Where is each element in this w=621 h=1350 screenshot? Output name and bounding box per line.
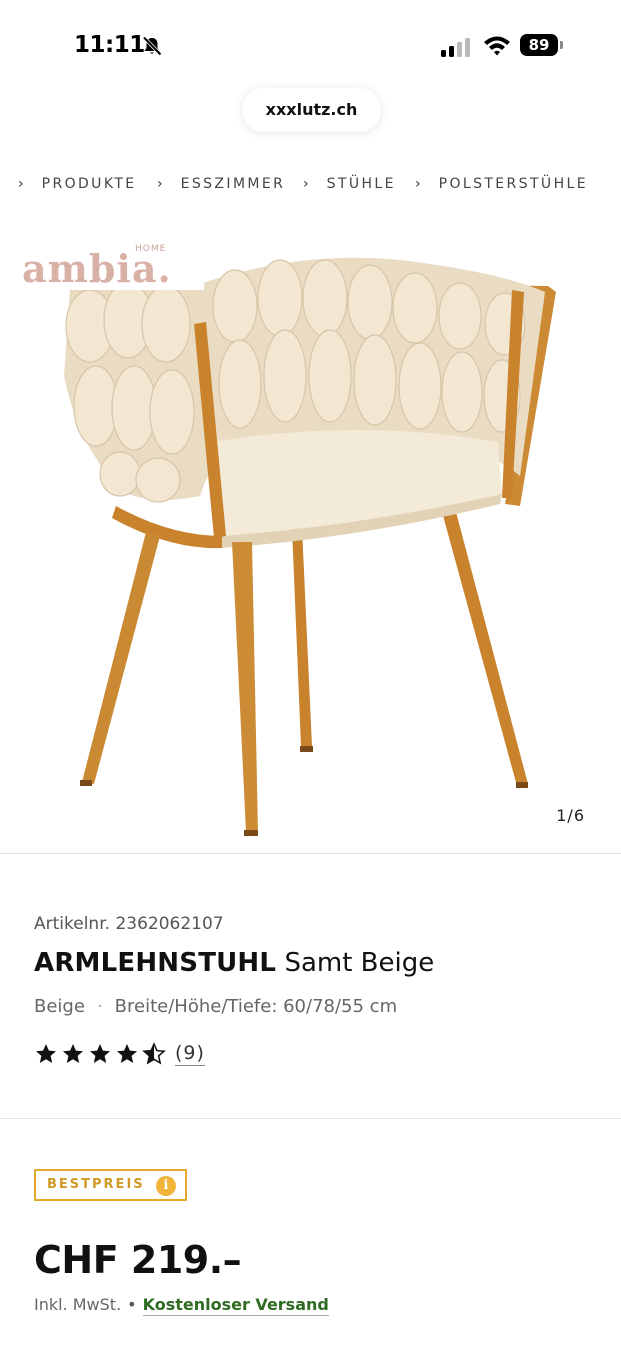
star-full-icon <box>63 1044 83 1063</box>
breadcrumb-item-polsterstuehle[interactable]: › POLSTERSTÜHLE <box>415 176 588 192</box>
breadcrumb-label: ESSZIMMER <box>180 176 286 192</box>
product-color: Beige <box>34 996 85 1017</box>
review-count-link[interactable]: (9) <box>175 1042 205 1066</box>
section-divider <box>0 1118 621 1119</box>
chevron-right-icon: › <box>303 176 309 192</box>
breadcrumb-label: STÜHLE <box>326 176 396 192</box>
breadcrumb-label: POLSTERSTÜHLE <box>438 176 588 192</box>
status-bar: 11:11 89 <box>0 0 621 90</box>
breadcrumb-item-stuehle[interactable]: › STÜHLE <box>303 176 396 192</box>
attribute-separator: · <box>96 996 103 1017</box>
free-shipping-link[interactable]: Kostenloser Versand <box>142 1295 329 1316</box>
product-title-variant: Samt Beige <box>284 948 435 978</box>
breadcrumb-item-produkte[interactable]: › PRODUKTE <box>18 176 137 192</box>
product-dimensions: Breite/Höhe/Tiefe: 60/78/55 cm <box>114 996 398 1017</box>
breadcrumb-label: PRODUKTE <box>41 176 137 192</box>
product-price: CHF 219.– <box>34 1238 242 1282</box>
brand-logo: HOME ambia. <box>0 242 204 291</box>
address-bar[interactable]: xxxlutz.ch <box>242 88 381 132</box>
note-separator: • <box>127 1295 137 1314</box>
tax-note: Inkl. MwSt. <box>34 1295 122 1314</box>
bestpreis-badge[interactable]: BESTPREIS i <box>34 1169 187 1201</box>
battery-nub <box>560 41 563 49</box>
brand-logo-word: ambia. <box>22 246 172 291</box>
star-full-icon <box>117 1044 137 1063</box>
battery-indicator: 89 <box>520 34 566 58</box>
rating[interactable]: (9) <box>34 1042 205 1072</box>
product-title-type: ARMLEHNSTUHL <box>34 948 277 978</box>
chevron-right-icon: › <box>415 176 421 192</box>
product-title: ARMLEHNSTUHL Samt Beige <box>34 948 434 978</box>
battery-level: 89 <box>520 34 558 56</box>
chevron-right-icon: › <box>157 176 163 192</box>
star-half-icon <box>142 1042 166 1065</box>
status-time: 11:11 <box>74 32 145 58</box>
chevron-right-icon: › <box>18 176 24 192</box>
article-number: Artikelnr. 2362062107 <box>34 914 224 934</box>
breadcrumb: › PRODUKTE › ESSZIMMER › STÜHLE › POLSTERSTÜ… <box>0 176 621 206</box>
product-image-gallery[interactable]: HOME ambia. 1/6 <box>0 236 621 852</box>
info-icon[interactable]: i <box>156 1176 176 1196</box>
breadcrumb-item-esszimmer[interactable]: › ESSZIMMER <box>157 176 285 192</box>
star-full-icon <box>90 1044 110 1063</box>
product-image <box>64 257 556 836</box>
badge-label: BESTPREIS <box>47 1177 145 1192</box>
bell-muted-icon <box>142 36 162 56</box>
section-divider <box>0 853 621 854</box>
price-notes: Inkl. MwSt. • Kostenloser Versand <box>34 1295 329 1316</box>
cellular-signal-icon <box>441 38 470 57</box>
product-attributes: Beige · Breite/Höhe/Tiefe: 60/78/55 cm <box>34 996 397 1017</box>
wifi-icon <box>484 36 510 56</box>
star-full-icon <box>36 1044 56 1063</box>
image-counter: 1/6 <box>556 806 585 825</box>
